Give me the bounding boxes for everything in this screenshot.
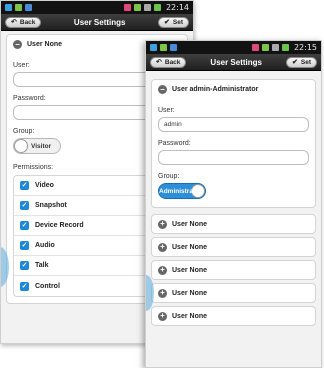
checkbox-checked-icon[interactable]: ✓	[20, 181, 29, 190]
user-row[interactable]: + User None	[151, 237, 316, 257]
user-row-label: User None	[172, 243, 208, 251]
checkbox-checked-icon[interactable]: ✓	[20, 261, 29, 270]
checkbox-checked-icon[interactable]: ✓	[20, 221, 29, 230]
page-title: User Settings	[210, 57, 262, 67]
back-button-label: Back	[164, 58, 181, 66]
settings-content: − User admin-Administrator User: admin P…	[146, 71, 321, 329]
set-button[interactable]: ✔ Set	[286, 56, 317, 68]
back-button-label: Back	[19, 18, 36, 26]
status-time: 22:14	[165, 3, 189, 12]
status-bar: 22:15	[146, 41, 321, 54]
screenshot-stage: 22:14 ↶ Back User Settings ✔ Set − User …	[0, 0, 324, 368]
usb-icon	[15, 4, 22, 11]
back-button[interactable]: ↶ Back	[5, 16, 42, 28]
app-icon	[170, 44, 177, 51]
user-row-label: User None	[172, 266, 208, 274]
app-icon	[25, 4, 32, 11]
alarm-icon	[123, 4, 131, 11]
notification-icon	[150, 44, 157, 51]
set-button[interactable]: ✔ Set	[158, 16, 189, 28]
group-toggle[interactable]: Administra	[158, 183, 206, 199]
group-toggle-label: Visitor	[31, 142, 52, 150]
set-button-label: Set	[172, 18, 183, 26]
set-button-label: Set	[300, 58, 311, 66]
user-row[interactable]: + User None	[151, 283, 316, 303]
user-input[interactable]: admin	[158, 117, 309, 132]
status-bar: 22:14	[1, 1, 193, 14]
user-row-label: User None	[172, 312, 208, 320]
permission-label: Talk	[35, 262, 49, 269]
signal-icon	[143, 4, 151, 11]
password-input[interactable]	[158, 150, 309, 165]
checkmark-icon: ✔	[292, 58, 298, 66]
permission-label: Control	[35, 282, 60, 290]
battery-icon	[281, 44, 289, 51]
permission-label: Audio	[35, 242, 55, 249]
wifi-icon	[261, 44, 269, 51]
user-row[interactable]: + User None	[151, 306, 316, 326]
back-button[interactable]: ↶ Back	[150, 56, 187, 68]
password-label: Password:	[158, 140, 191, 147]
title-bar: ↶ Back User Settings ✔ Set	[1, 14, 193, 31]
permission-label: Snapshot	[35, 202, 67, 209]
back-arrow-icon: ↶	[11, 18, 17, 26]
permission-label: Video	[35, 182, 54, 189]
checkmark-icon: ✔	[164, 18, 170, 26]
user-row[interactable]: + User None	[151, 214, 316, 234]
usb-icon	[160, 44, 167, 51]
front-phone-screen: 22:15 ↶ Back User Settings ✔ Set − User …	[145, 40, 322, 368]
group-label: Group:	[158, 173, 180, 180]
wifi-icon	[133, 4, 141, 11]
expand-icon: +	[158, 311, 167, 321]
status-time: 22:15	[293, 43, 317, 52]
page-title: User Settings	[73, 17, 126, 27]
signal-icon	[271, 44, 279, 51]
battery-icon	[153, 4, 161, 11]
toggle-knob	[14, 139, 28, 153]
user-section-title: User admin-Administrator	[172, 86, 259, 93]
title-bar: ↶ Back User Settings ✔ Set	[146, 54, 321, 71]
collapse-icon: −	[13, 40, 22, 49]
user-section-title: User None	[27, 41, 63, 48]
user-label: User:	[158, 107, 175, 114]
group-toggle[interactable]: Visitor	[13, 138, 61, 154]
permission-label: Device Record	[35, 222, 84, 229]
notification-icon	[5, 4, 12, 11]
group-toggle-label: Administra	[159, 187, 193, 195]
back-arrow-icon: ↶	[156, 58, 162, 66]
collapse-icon: −	[158, 85, 167, 94]
expand-icon: +	[158, 288, 167, 298]
expand-icon: +	[158, 219, 167, 229]
toggle-knob	[191, 184, 205, 198]
user-row[interactable]: + User None	[151, 260, 316, 280]
user-section-header[interactable]: − User admin-Administrator	[152, 80, 315, 99]
expand-icon: +	[158, 265, 167, 275]
checkbox-checked-icon[interactable]: ✓	[20, 281, 29, 291]
user-row-label: User None	[172, 289, 208, 297]
checkbox-checked-icon[interactable]: ✓	[20, 241, 29, 250]
alarm-icon	[251, 44, 259, 51]
checkbox-checked-icon[interactable]: ✓	[20, 201, 29, 210]
user-section-card: − User admin-Administrator User: admin P…	[151, 79, 316, 208]
user-row-label: User None	[172, 220, 208, 228]
expand-icon: +	[158, 242, 167, 252]
